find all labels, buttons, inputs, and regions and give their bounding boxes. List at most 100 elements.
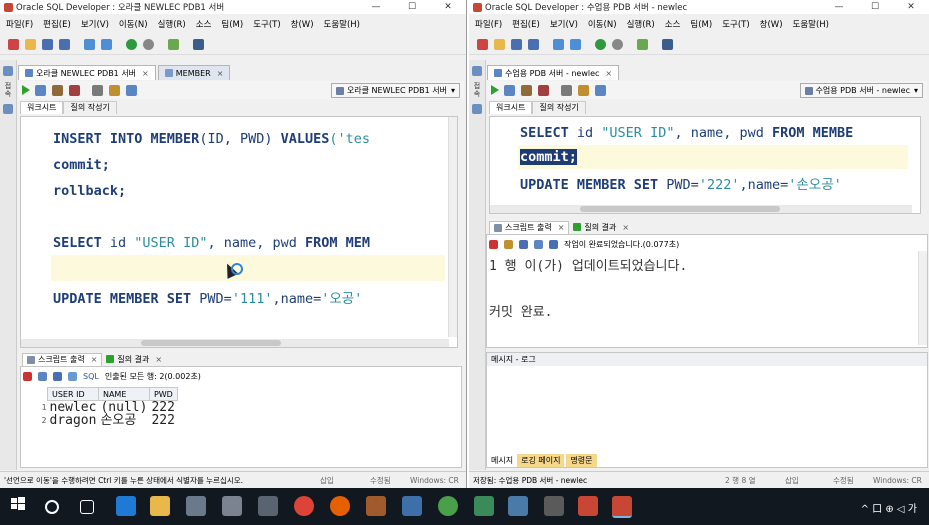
redo-icon[interactable] xyxy=(101,38,112,50)
menu-window[interactable]: 창(W) xyxy=(760,18,783,30)
run-statement-icon[interactable] xyxy=(22,85,30,95)
col-header-pwd[interactable]: PWD xyxy=(148,387,178,401)
menu-tools[interactable]: 도구(T) xyxy=(253,18,280,30)
task-view-icon[interactable] xyxy=(80,500,94,514)
close-button[interactable]: ✕ xyxy=(893,0,929,14)
menu-run[interactable]: 실행(R) xyxy=(627,18,655,30)
menu-window[interactable]: 창(W) xyxy=(291,18,314,30)
menu-tools[interactable]: 도구(T) xyxy=(722,18,749,30)
right-sql-editor[interactable]: SELECT id "USER ID", name, pwd FROM MEMB… xyxy=(489,116,921,214)
history-icon[interactable] xyxy=(595,84,606,96)
tab-worksheet[interactable]: 워크시트 xyxy=(20,101,64,114)
maximize-button[interactable]: ☐ xyxy=(394,0,430,14)
tab-query-builder[interactable]: 질의 작성기 xyxy=(63,101,117,114)
menu-file[interactable]: 파일(F) xyxy=(6,18,33,30)
save-all-icon[interactable] xyxy=(59,38,70,50)
undo-icon[interactable] xyxy=(84,38,95,50)
open-folder-icon[interactable] xyxy=(25,38,36,50)
menu-team[interactable]: 팀(M) xyxy=(221,18,243,30)
run-script-icon[interactable] xyxy=(35,84,46,96)
scroll-thumb[interactable] xyxy=(580,206,780,212)
close-button[interactable]: ✕ xyxy=(430,0,466,14)
menu-source[interactable]: 소스 xyxy=(665,18,681,30)
right-connection-select[interactable]: 수업용 PDB 서버 - newlec ▾ xyxy=(799,83,923,98)
close-tab-icon[interactable]: × xyxy=(605,69,612,78)
app-icon-1[interactable] xyxy=(366,496,386,516)
col-header-user-id[interactable]: USER ID xyxy=(47,387,99,401)
windows-start-icon[interactable] xyxy=(10,496,30,516)
menu-view[interactable]: 보기(V) xyxy=(550,18,578,30)
tab-query-result[interactable]: 질의 결과 × xyxy=(102,353,166,365)
output-vertical-scrollbar[interactable] xyxy=(918,251,927,345)
editor-horizontal-scrollbar[interactable] xyxy=(21,339,449,347)
menu-navigate[interactable]: 이동(N) xyxy=(588,18,617,30)
system-tray[interactable]: ^ 口 ⊕ ◁ 가 xyxy=(861,500,917,515)
tab-statements[interactable]: 명령문 xyxy=(566,454,597,467)
close-tab-icon[interactable]: × xyxy=(91,355,98,364)
editor-vertical-scrollbar[interactable] xyxy=(448,117,457,337)
pin-icon[interactable] xyxy=(23,371,32,381)
cell-pwd[interactable]: 222 xyxy=(149,414,177,427)
menu-view[interactable]: 보기(V) xyxy=(81,18,109,30)
tab-query-result[interactable]: 질의 결과 × xyxy=(569,221,633,233)
editor-horizontal-scrollbar[interactable] xyxy=(490,205,912,213)
connections-icon[interactable] xyxy=(168,38,179,50)
reports-panel-icon[interactable] xyxy=(3,104,13,114)
tab-member-table[interactable]: MEMBER × xyxy=(157,65,231,80)
tab-messages[interactable]: 메시지 xyxy=(487,454,517,467)
menu-file[interactable]: 파일(F) xyxy=(475,18,502,30)
store-icon[interactable] xyxy=(186,496,206,516)
table-row[interactable]: 1 newlec (null) 222 xyxy=(21,401,177,415)
connections-panel-icon[interactable] xyxy=(472,66,482,76)
tab-connection-worksheet[interactable]: 수업용 PDB 서버 - newlec × xyxy=(487,65,620,80)
back-icon[interactable] xyxy=(595,38,606,50)
menu-navigate[interactable]: 이동(N) xyxy=(119,18,148,30)
left-sql-editor[interactable]: INSERT INTO MEMBER(ID, PWD) VALUES('tes … xyxy=(20,116,458,348)
print-icon[interactable] xyxy=(534,239,543,249)
print-icon[interactable] xyxy=(38,371,47,381)
cell-pwd[interactable]: 222 xyxy=(149,401,177,415)
refresh-icon[interactable] xyxy=(68,371,77,381)
run-statement-icon[interactable] xyxy=(491,85,499,95)
tab-logging-page[interactable]: 로깅 페이지 xyxy=(517,454,565,467)
app-icon-5[interactable] xyxy=(544,496,564,516)
history-icon[interactable] xyxy=(126,84,137,96)
save-all-icon[interactable] xyxy=(528,38,539,50)
chrome-icon-2[interactable] xyxy=(438,496,458,516)
open-folder-icon[interactable] xyxy=(494,38,505,50)
menu-edit[interactable]: 편집(E) xyxy=(512,18,540,30)
tab-connection-worksheet[interactable]: 오라클 NEWLEC PDB1 서버 × xyxy=(18,65,156,80)
eraser-icon[interactable] xyxy=(109,84,120,96)
left-connection-select[interactable]: 오라클 NEWLEC PDB1 서버 ▾ xyxy=(330,83,460,98)
explain-plan-icon[interactable] xyxy=(561,84,572,96)
app-icon-3[interactable] xyxy=(474,496,494,516)
save-icon[interactable] xyxy=(511,38,522,50)
pin-icon[interactable] xyxy=(489,239,498,249)
file-explorer-icon[interactable] xyxy=(150,496,170,516)
minimize-button[interactable]: — xyxy=(821,0,857,14)
menu-help[interactable]: 도움말(H) xyxy=(793,18,829,30)
scroll-thumb[interactable] xyxy=(141,340,281,346)
chrome-icon[interactable] xyxy=(294,496,314,516)
cell-name[interactable]: (null) xyxy=(98,401,149,415)
export-icon[interactable] xyxy=(53,371,62,381)
undo-icon[interactable] xyxy=(553,38,564,50)
forward-icon[interactable] xyxy=(612,38,623,50)
binoculars-icon[interactable] xyxy=(193,38,204,50)
menu-team[interactable]: 팀(M) xyxy=(690,18,712,30)
back-icon[interactable] xyxy=(126,38,137,50)
firefox-icon[interactable] xyxy=(330,496,350,516)
tab-script-output[interactable]: 스크립트 출력 × xyxy=(489,220,570,234)
close-tab-icon[interactable]: × xyxy=(622,223,629,232)
col-header-name[interactable]: NAME xyxy=(97,387,150,401)
eraser-icon[interactable] xyxy=(578,84,589,96)
new-file-icon[interactable] xyxy=(8,38,19,50)
save-icon[interactable] xyxy=(519,239,528,249)
forward-icon[interactable] xyxy=(143,38,154,50)
cell-user-id[interactable]: newlec xyxy=(48,401,99,415)
sqldeveloper-taskbar-icon-active[interactable] xyxy=(612,496,632,518)
app-icon-2[interactable] xyxy=(402,496,422,516)
cell-name[interactable]: 손오공 xyxy=(98,414,149,427)
maximize-button[interactable]: ☐ xyxy=(857,0,893,14)
connections-panel-icon[interactable] xyxy=(3,66,13,76)
